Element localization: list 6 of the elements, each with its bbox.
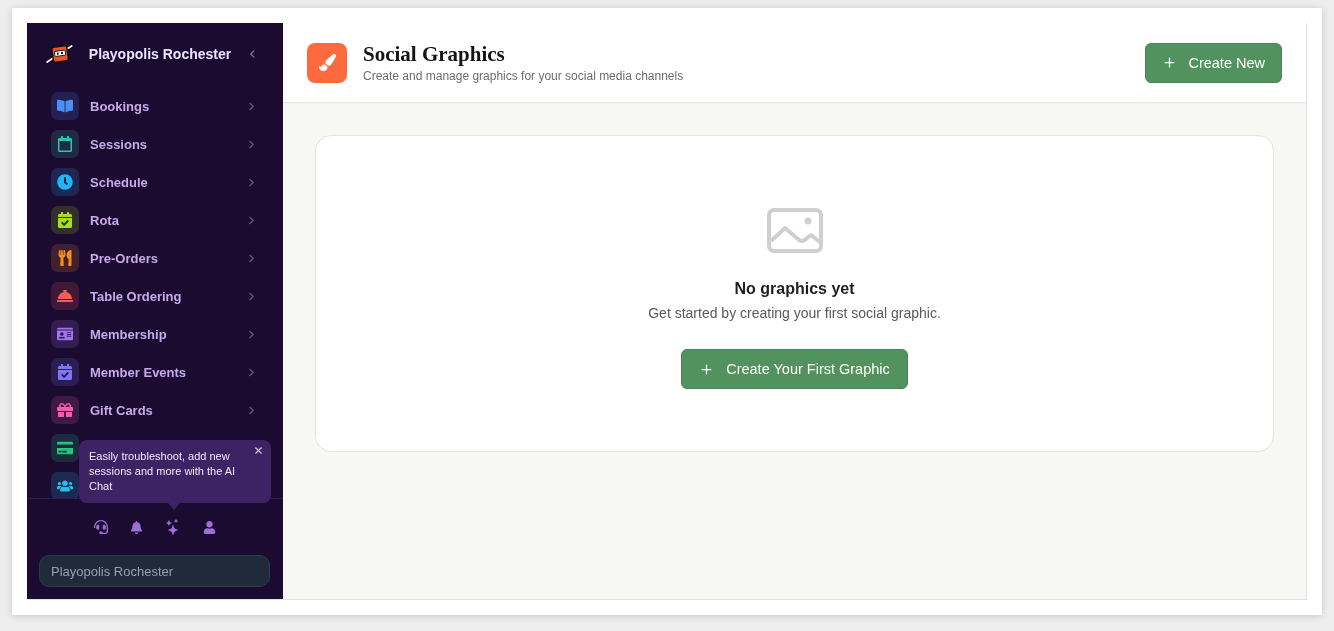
empty-state-title: No graphics yet (734, 279, 855, 298)
page-title: Social Graphics (363, 42, 505, 67)
tooltip-text: Easily troubleshoot, add new sessions and more with the AI Chat (89, 449, 237, 494)
empty-state-message: Get started by creating your first social graphic. (648, 305, 941, 322)
brand-name: Playopolis Rochester (88, 46, 232, 62)
page-subtitle: Create and manage graphics for your social media channels (363, 69, 684, 83)
